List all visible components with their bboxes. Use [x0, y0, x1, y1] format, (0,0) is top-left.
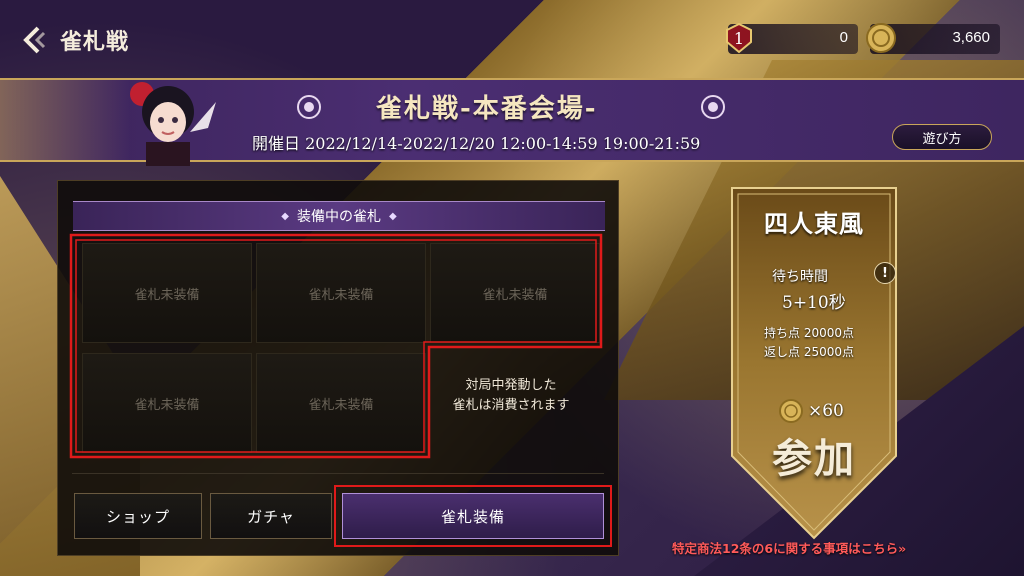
wait-time-value: 5+10秒	[782, 293, 846, 313]
chevron-left-icon	[23, 26, 46, 54]
equip-card-button[interactable]: 雀札装備	[342, 493, 604, 539]
section-header: ◆ 装備中の雀札 ◆	[73, 201, 605, 231]
coin-counter: 3,660	[866, 23, 1000, 54]
character-avatar	[130, 82, 216, 166]
how-to-play-button[interactable]: 遊び方	[892, 124, 992, 150]
shop-button[interactable]: ショップ	[74, 493, 202, 539]
mode-card-frame	[731, 187, 897, 540]
equipment-panel: ◆ 装備中の雀札 ◆ 雀札未装備 雀札未装備 雀札未装備 雀札未装備 雀札未装備…	[57, 180, 619, 556]
gacha-button[interactable]: ガチャ	[210, 493, 332, 539]
coin-count: 3,660	[952, 29, 990, 46]
coin-icon	[779, 399, 803, 423]
ticket-icon: 1	[726, 22, 752, 54]
highlight-outline	[69, 233, 603, 459]
diamond-icon: ◆	[281, 210, 289, 222]
mode-card[interactable]: 四人東風 待ち時間 ! 5+10秒 持ち点 20000点 返し点 25000点 …	[730, 186, 898, 542]
crest-icon	[297, 95, 321, 119]
note-line: 対局中発動した	[465, 378, 557, 393]
top-bar: 雀札戦 1 0 3,660	[0, 0, 1024, 78]
svg-text:1: 1	[734, 29, 744, 48]
note-line: 雀札は消費されます	[452, 398, 570, 413]
legal-notice-label: 特定商法12条の6に関する事項はこちら	[672, 541, 899, 556]
chevron-right-icon: »	[898, 541, 907, 556]
entry-cost: ×60	[778, 398, 844, 424]
start-points: 持ち点 20000点	[764, 326, 854, 340]
mode-title: 四人東風	[764, 209, 864, 238]
back-button[interactable]	[18, 22, 48, 58]
event-date: 開催日 2022/12/14-2022/12/20 12:00-14:59 19…	[252, 134, 701, 153]
crest-icon	[701, 95, 725, 119]
entry-cost-value: ×60	[808, 401, 844, 421]
diamond-icon: ◆	[389, 210, 397, 222]
consumption-note: 対局中発動した 雀札は消費されます	[426, 376, 596, 416]
banner-gold-deco	[0, 80, 130, 160]
return-points: 返し点 25000点	[764, 345, 854, 359]
join-button[interactable]: 参加	[730, 426, 898, 484]
event-title: 雀札戦-本番会場-	[376, 94, 598, 124]
ticket-counter: 1 0	[726, 22, 858, 54]
ticket-count: 0	[839, 29, 848, 46]
wait-time-label: 待ち時間	[772, 269, 828, 285]
info-icon[interactable]: !	[874, 262, 896, 284]
page-title: 雀札戦	[60, 30, 130, 55]
legal-notice-link[interactable]: 特定商法12条の6に関する事項はこちら»	[672, 538, 906, 557]
event-banner: 雀札戦-本番会場- 開催日 2022/12/14-2022/12/20 12:0…	[0, 78, 1024, 166]
coin-icon	[866, 23, 896, 53]
divider	[72, 473, 604, 474]
points-info: 持ち点 20000点 返し点 25000点	[764, 324, 854, 362]
section-header-label: 装備中の雀札	[297, 209, 381, 225]
